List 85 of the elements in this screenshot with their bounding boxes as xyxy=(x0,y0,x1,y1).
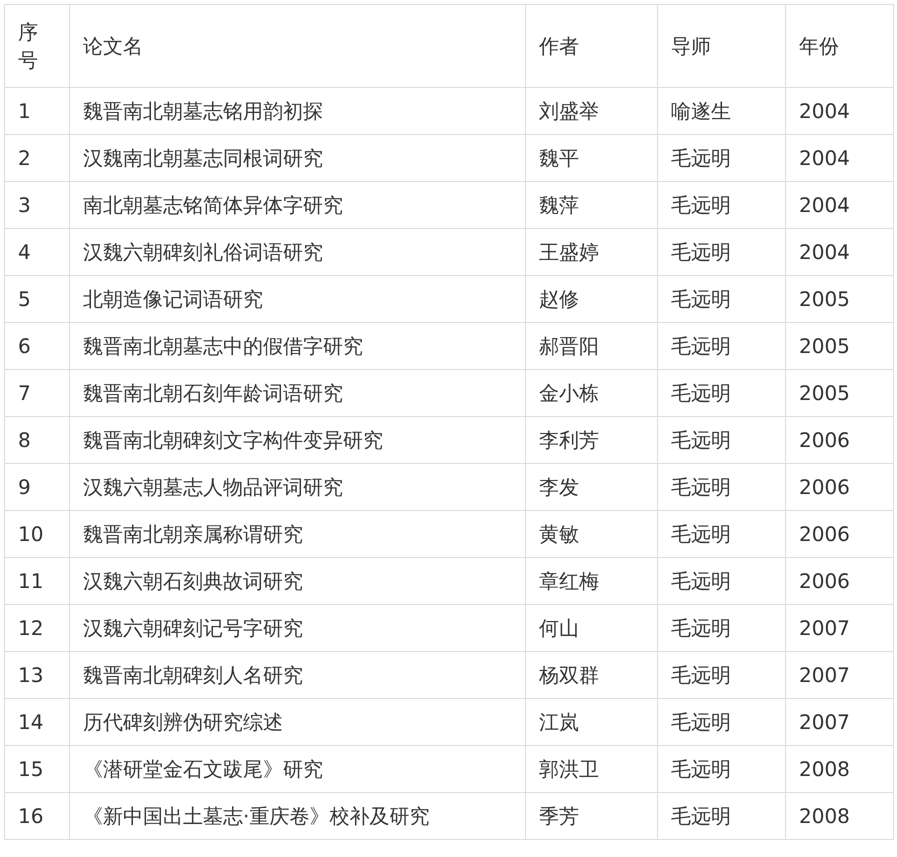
table-cell: 2008 xyxy=(786,746,894,792)
table-cell: 魏萍 xyxy=(526,182,658,228)
table-cell: 2008 xyxy=(786,792,894,840)
table-cell: 7 xyxy=(4,370,70,416)
table-cell: 黄敏 xyxy=(526,510,658,558)
table-cell: 2006 xyxy=(786,558,894,604)
table-cell: 魏晋南北朝碑刻文字构件变异研究 xyxy=(70,416,526,464)
table-cell: 2004 xyxy=(786,134,894,182)
table-cell: 毛远明 xyxy=(658,698,786,746)
column-header: 序号 xyxy=(4,4,70,88)
table-cell: 毛远明 xyxy=(658,182,786,228)
table-cell: 1 xyxy=(4,88,70,134)
table-cell: 李发 xyxy=(526,464,658,510)
table-cell: 汉魏六朝石刻典故词研究 xyxy=(70,558,526,604)
table-cell: 魏晋南北朝墓志中的假借字研究 xyxy=(70,322,526,370)
table-cell: 魏晋南北朝碑刻人名研究 xyxy=(70,652,526,698)
table-cell: 6 xyxy=(4,322,70,370)
table-cell: 8 xyxy=(4,416,70,464)
table-cell: 毛远明 xyxy=(658,746,786,792)
table-cell: 魏晋南北朝亲属称谓研究 xyxy=(70,510,526,558)
table-cell: 毛远明 xyxy=(658,370,786,416)
table-cell: 2007 xyxy=(786,652,894,698)
table-cell: 金小栋 xyxy=(526,370,658,416)
table-cell: 毛远明 xyxy=(658,558,786,604)
table-cell: 喻遂生 xyxy=(658,88,786,134)
table-cell: 李利芳 xyxy=(526,416,658,464)
table-cell: 2004 xyxy=(786,182,894,228)
table-cell: 杨双群 xyxy=(526,652,658,698)
table-cell: 毛远明 xyxy=(658,134,786,182)
table-cell: 2006 xyxy=(786,510,894,558)
table-cell: 毛远明 xyxy=(658,228,786,276)
table-cell: 毛远明 xyxy=(658,416,786,464)
table-cell: 郝晋阳 xyxy=(526,322,658,370)
table-cell: 12 xyxy=(4,604,70,652)
table-cell: 2005 xyxy=(786,276,894,322)
table-cell: 刘盛举 xyxy=(526,88,658,134)
table-cell: 《新中国出土墓志·重庆卷》校补及研究 xyxy=(70,792,526,840)
table-cell: 2 xyxy=(4,134,70,182)
table-cell: 章红梅 xyxy=(526,558,658,604)
table-cell: 4 xyxy=(4,228,70,276)
column-header: 作者 xyxy=(526,4,658,88)
table-cell: 2004 xyxy=(786,228,894,276)
table-cell: 汉魏南北朝墓志同根词研究 xyxy=(70,134,526,182)
table-cell: 赵修 xyxy=(526,276,658,322)
table-cell: 毛远明 xyxy=(658,652,786,698)
column-header: 论文名 xyxy=(70,4,526,88)
table-cell: 汉魏六朝碑刻礼俗词语研究 xyxy=(70,228,526,276)
table-cell: 汉魏六朝碑刻记号字研究 xyxy=(70,604,526,652)
table-cell: 毛远明 xyxy=(658,792,786,840)
table-cell: 北朝造像记词语研究 xyxy=(70,276,526,322)
table-cell: 历代碑刻辨伪研究综述 xyxy=(70,698,526,746)
table-cell: 2005 xyxy=(786,370,894,416)
table-cell: 5 xyxy=(4,276,70,322)
table-cell: 毛远明 xyxy=(658,464,786,510)
table-cell: 魏晋南北朝石刻年龄词语研究 xyxy=(70,370,526,416)
table-cell: 3 xyxy=(4,182,70,228)
table-cell: 毛远明 xyxy=(658,510,786,558)
column-header: 年份 xyxy=(786,4,894,88)
table-cell: 江岚 xyxy=(526,698,658,746)
table-cell: 2006 xyxy=(786,464,894,510)
table-cell: 2007 xyxy=(786,604,894,652)
table-cell: 汉魏六朝墓志人物品评词研究 xyxy=(70,464,526,510)
table-cell: 2005 xyxy=(786,322,894,370)
table-cell: 10 xyxy=(4,510,70,558)
column-header: 导师 xyxy=(658,4,786,88)
table-cell: 毛远明 xyxy=(658,322,786,370)
table-cell: 季芳 xyxy=(526,792,658,840)
table-cell: 13 xyxy=(4,652,70,698)
table-cell: 15 xyxy=(4,746,70,792)
table-cell: 魏平 xyxy=(526,134,658,182)
table-cell: 魏晋南北朝墓志铭用韵初探 xyxy=(70,88,526,134)
table-cell: 2006 xyxy=(786,416,894,464)
table-cell: 王盛婷 xyxy=(526,228,658,276)
table-cell: 《潜研堂金石文跋尾》研究 xyxy=(70,746,526,792)
table-cell: 9 xyxy=(4,464,70,510)
table-cell: 14 xyxy=(4,698,70,746)
table-cell: 毛远明 xyxy=(658,604,786,652)
table-cell: 2007 xyxy=(786,698,894,746)
table-cell: 2004 xyxy=(786,88,894,134)
table-cell: 南北朝墓志铭简体异体字研究 xyxy=(70,182,526,228)
table-cell: 11 xyxy=(4,558,70,604)
table-cell: 16 xyxy=(4,792,70,840)
table-cell: 何山 xyxy=(526,604,658,652)
table-cell: 毛远明 xyxy=(658,276,786,322)
table-cell: 郭洪卫 xyxy=(526,746,658,792)
